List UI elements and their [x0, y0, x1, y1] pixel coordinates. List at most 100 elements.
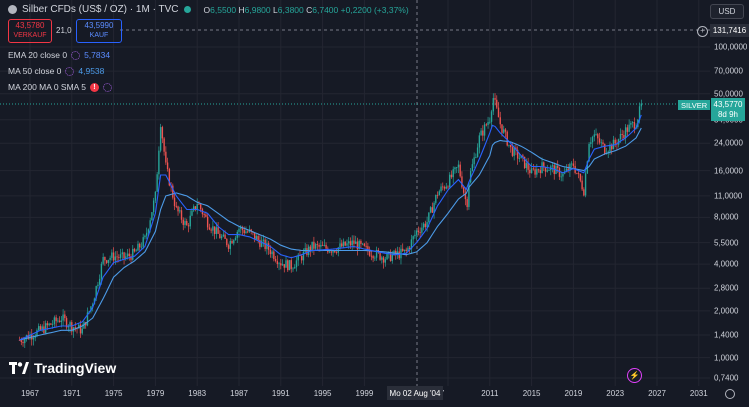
candle-body	[504, 129, 507, 132]
candle-body	[604, 144, 606, 154]
add-plus-icon[interactable]: +	[697, 26, 708, 37]
candle-body	[166, 162, 169, 170]
candle-body	[339, 243, 341, 248]
candle-body	[175, 206, 177, 207]
indicator-label: MA 50 close 0	[8, 66, 62, 76]
candle-body	[173, 197, 176, 207]
candle-body	[344, 241, 346, 246]
spread-value: 21,0	[56, 26, 72, 35]
sell-button[interactable]: 43,5780 VERKAUF	[8, 19, 52, 43]
price-tick-label: 24,0000	[714, 138, 743, 148]
candle-body	[435, 195, 437, 203]
indicator-settings-icon[interactable]	[71, 50, 81, 60]
candle-body	[243, 230, 245, 234]
candle-body	[492, 98, 494, 112]
candle-body	[182, 219, 184, 225]
candle-body	[368, 250, 371, 256]
warning-icon[interactable]: !	[89, 82, 99, 92]
symbol-title[interactable]: Silber CFDs (US$ / OZ) · 1M · TVC	[22, 4, 179, 15]
candle-body	[311, 241, 313, 251]
last-price-tag: 43,5770 8d 9h	[711, 98, 745, 121]
candle-body	[456, 167, 458, 169]
candle-body	[419, 232, 421, 233]
candle-body	[633, 122, 636, 129]
indicator-ma50[interactable]: MA 50 close 0 4,9538	[8, 66, 104, 76]
candle-body	[335, 252, 338, 253]
candle-body	[442, 186, 444, 188]
buy-button[interactable]: 43,5990 KAUF	[76, 19, 122, 43]
candle-body	[132, 248, 134, 260]
candle-body	[292, 268, 294, 270]
time-tick-label: 2011	[481, 389, 499, 398]
price-tick-label: 2,0000	[714, 306, 739, 316]
candle-body	[74, 327, 76, 329]
price-tick-label: 50,0000	[714, 89, 743, 99]
candle-body	[313, 241, 315, 249]
candle-body	[478, 135, 481, 148]
ema20-line	[19, 114, 642, 341]
candle-body	[447, 186, 449, 188]
candle-body	[325, 244, 327, 249]
candle-body	[58, 320, 61, 322]
candle-body	[271, 251, 273, 255]
indicator-settings-icon[interactable]	[102, 82, 112, 92]
candle-body	[354, 241, 357, 244]
candle-body	[518, 158, 521, 159]
candle-body	[267, 243, 270, 250]
candle-body	[285, 260, 287, 268]
candle-body	[255, 236, 258, 240]
candle-body	[386, 253, 388, 260]
candle-body	[361, 243, 364, 245]
candle-body	[159, 127, 162, 151]
price-tick-label: 8,0000	[714, 212, 739, 222]
indicator-settings-icon[interactable]	[65, 66, 75, 76]
candle-body	[449, 174, 451, 188]
candle-body	[546, 170, 548, 172]
candle-body	[67, 326, 70, 328]
indicator-ma200[interactable]: MA 200 MA 0 SMA 5 !	[8, 82, 112, 92]
candle-body	[581, 180, 583, 190]
candle-body	[316, 244, 319, 245]
candle-body	[294, 267, 296, 269]
candle-body	[614, 139, 616, 144]
price-chart[interactable]	[0, 0, 749, 407]
candle-body	[557, 165, 559, 169]
candle-body	[342, 241, 345, 247]
candle-body	[330, 251, 333, 253]
candle-body	[536, 169, 538, 175]
time-tick-label: 2015	[522, 389, 541, 398]
candle-body	[217, 227, 219, 234]
indicator-ema20[interactable]: EMA 20 close 0 5,7834	[8, 50, 110, 60]
candle-body	[346, 243, 348, 246]
candle-body	[551, 165, 554, 167]
candle-body	[415, 230, 418, 235]
candle-body	[431, 207, 434, 213]
candle-body	[584, 173, 587, 196]
candle-body	[165, 151, 167, 163]
candle-body	[440, 186, 442, 192]
brand-name: TradingView	[34, 360, 117, 376]
candle-body	[544, 167, 547, 172]
candle-body	[262, 239, 265, 241]
indicator-value: 5,7834	[84, 50, 111, 60]
symbol-header[interactable]: Silber CFDs (US$ / OZ) · 1M · TVC O6,550…	[8, 4, 409, 15]
candle-body	[102, 256, 104, 264]
candle-body	[156, 174, 158, 192]
candle-body	[51, 324, 54, 325]
candle-body	[382, 257, 385, 263]
candle-body	[53, 317, 56, 325]
candle-body	[320, 244, 322, 247]
gear-icon[interactable]	[725, 389, 735, 399]
candle-body	[454, 167, 456, 170]
bolt-icon[interactable]: ⚡	[627, 368, 642, 383]
currency-selector[interactable]: USD	[710, 4, 744, 19]
candle-body	[482, 130, 484, 136]
candle-body	[199, 204, 202, 210]
candle-body	[295, 260, 298, 268]
candle-body	[227, 245, 230, 249]
candle-body	[534, 169, 536, 175]
candle-body	[238, 228, 240, 232]
candle-body	[287, 260, 289, 271]
candle-body	[428, 212, 430, 223]
time-tick-label: 1979	[146, 389, 165, 398]
